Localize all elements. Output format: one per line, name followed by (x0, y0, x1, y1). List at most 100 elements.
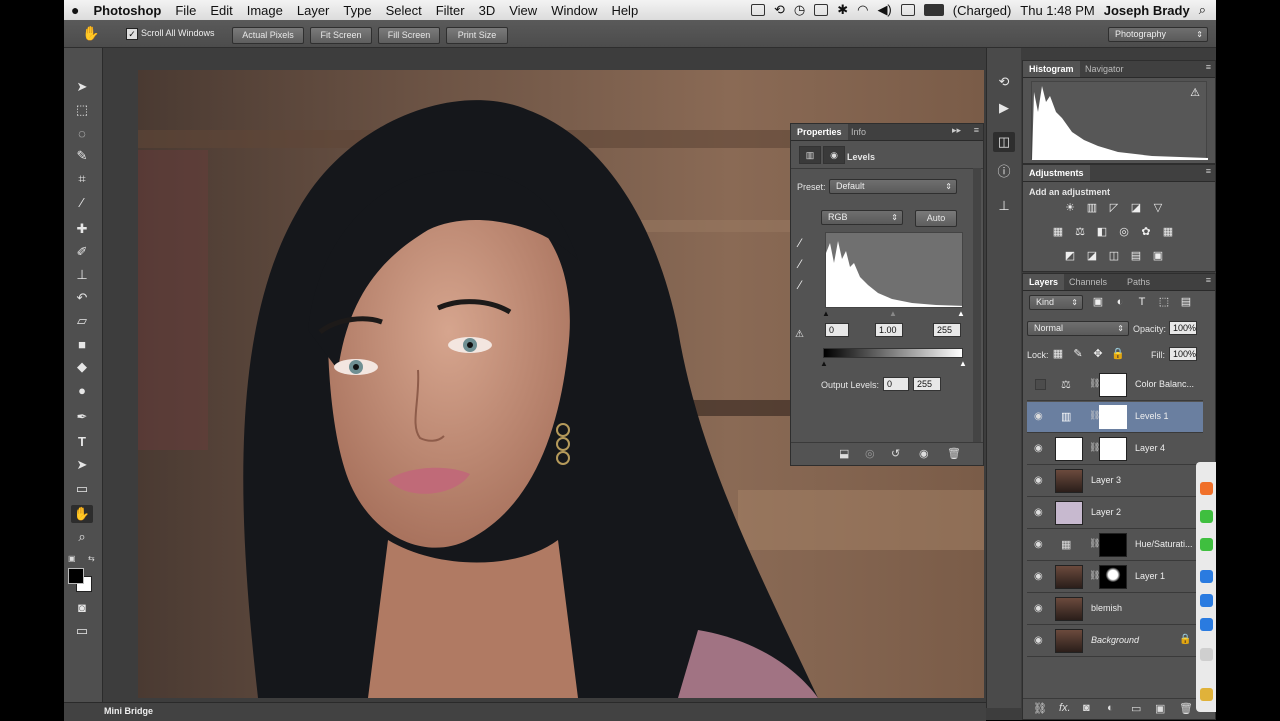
new-group-icon[interactable]: ▭ (1131, 702, 1141, 715)
mask-icon[interactable]: ◉ (823, 146, 845, 164)
app-icon-blue[interactable] (1200, 570, 1213, 583)
posterize-icon[interactable]: ◪ (1085, 249, 1099, 263)
input-gamma-slider[interactable]: ▲ (889, 309, 897, 318)
hand-icon[interactable] (1200, 688, 1213, 701)
tab-paths[interactable]: Paths (1121, 274, 1156, 290)
output-black-slider[interactable]: ▲ (820, 359, 828, 368)
app-icon-blue-3[interactable] (1200, 618, 1213, 631)
layer-thumbnail[interactable] (1055, 469, 1083, 493)
channel-mixer-icon[interactable]: ✿ (1139, 225, 1153, 239)
layers-menu-icon[interactable]: ≡ (1206, 275, 1211, 285)
crop-tool-icon[interactable]: ⌗ (71, 170, 93, 188)
menu-type[interactable]: Type (336, 3, 378, 18)
screen-mode-icon[interactable]: ▭ (71, 622, 93, 640)
brush-tool-icon[interactable]: ✐ (71, 243, 93, 261)
adjustments-menu-icon[interactable]: ≡ (1206, 166, 1211, 176)
new-layer-icon[interactable]: ▣ (1155, 702, 1165, 715)
tab-layers[interactable]: Layers (1023, 274, 1065, 290)
zoom-tool-icon[interactable]: ⌕ (71, 528, 93, 546)
lock-position-icon[interactable]: ✥ (1091, 347, 1105, 361)
gradient-tool-icon[interactable]: ■ (71, 335, 93, 353)
visibility-eye-icon[interactable]: ◉ (1034, 475, 1043, 486)
actual-pixels-button[interactable]: Actual Pixels (232, 27, 304, 44)
layer-row-hue-saturation[interactable]: ◉ ▦ ⛓ Hue/Saturati... (1027, 530, 1203, 561)
color-lookup-icon[interactable]: ▦ (1161, 225, 1175, 239)
pen-tool-icon[interactable]: ✒ (71, 408, 93, 426)
actions-play-icon[interactable]: ▶ (993, 98, 1015, 118)
lasso-tool-icon[interactable]: ◌ (71, 124, 93, 142)
properties-scrollbar[interactable] (973, 168, 981, 443)
delete-adjustment-icon[interactable]: 🗑 (947, 447, 961, 460)
menu-filter[interactable]: Filter (429, 3, 472, 18)
input-gamma-field[interactable]: 1.00 (875, 323, 903, 337)
chat-icon[interactable] (1200, 648, 1213, 661)
layer-row-layer-2[interactable]: ◉ Layer 2 (1027, 498, 1203, 529)
layer-thumbnail[interactable] (1055, 629, 1083, 653)
print-size-button[interactable]: Print Size (446, 27, 508, 44)
menu-help[interactable]: Help (604, 3, 645, 18)
quick-mask-icon[interactable]: ◙ (71, 598, 93, 616)
visibility-eye-icon[interactable]: ◉ (1034, 635, 1043, 646)
invert-icon[interactable]: ◩ (1063, 249, 1077, 263)
quick-select-tool-icon[interactable]: ✎ (71, 147, 93, 165)
layer-mask-thumbnail[interactable] (1099, 565, 1127, 589)
tab-info[interactable]: Info (845, 124, 872, 140)
blur-tool-icon[interactable]: ◆ (71, 358, 93, 376)
view-previous-icon[interactable]: ◎ (865, 447, 875, 460)
user-name[interactable]: Joseph Brady (1104, 3, 1190, 18)
filter-kind-dropdown[interactable]: Kind (1029, 295, 1083, 310)
visibility-eye-icon[interactable]: ◉ (1034, 539, 1043, 550)
tab-channels[interactable]: Channels (1063, 274, 1113, 290)
layer-row-layer-1[interactable]: ◉ ⛓ Layer 1 (1027, 562, 1203, 593)
default-colors-icon[interactable]: ▣ (68, 554, 76, 563)
path-select-tool-icon[interactable]: ➤ (71, 456, 93, 474)
timemachine-icon[interactable]: ◷ (794, 2, 805, 18)
panel-collapse-icon[interactable]: ▸▸ (952, 125, 961, 136)
spotlight-icon[interactable]: ⌕ (1199, 2, 1206, 18)
layer-name[interactable]: blemish (1091, 603, 1122, 613)
threshold-icon[interactable]: ◫ (1107, 249, 1121, 263)
apple-icon[interactable]: ● (64, 2, 86, 18)
tab-navigator[interactable]: Navigator (1079, 61, 1130, 77)
filter-adjustment-icon[interactable]: ◐ (1113, 295, 1127, 309)
menu-view[interactable]: View (502, 3, 544, 18)
output-white-slider[interactable]: ▲ (959, 359, 967, 368)
marquee-tool-icon[interactable]: ⬚ (71, 101, 93, 119)
wifi-icon[interactable]: ◠ (857, 2, 868, 18)
hue-saturation-icon[interactable]: ▦ (1051, 225, 1065, 239)
input-white-field[interactable]: 255 (933, 323, 961, 337)
filter-smart-icon[interactable]: ▤ (1179, 295, 1193, 309)
layer-name[interactable]: Background (1091, 635, 1139, 645)
output-black-field[interactable]: 0 (883, 377, 909, 391)
visibility-eye-icon[interactable]: ◉ (1034, 603, 1043, 614)
lock-transparent-icon[interactable]: ▦ (1051, 347, 1065, 361)
type-tool-icon[interactable]: T (71, 432, 93, 450)
layer-row-layer-4[interactable]: ◉ ⛓ Layer 4 (1027, 434, 1203, 465)
layer-name[interactable]: Hue/Saturati... (1135, 539, 1193, 549)
histogram-warning-icon[interactable]: ⚠ (1190, 86, 1200, 99)
auto-button[interactable]: Auto (915, 210, 957, 227)
fit-screen-button[interactable]: Fit Screen (310, 27, 372, 44)
filter-shape-icon[interactable]: ⬚ (1157, 295, 1171, 309)
layer-name[interactable]: Levels 1 (1135, 411, 1169, 421)
fill-field[interactable]: 100% (1169, 347, 1197, 361)
lock-image-icon[interactable]: ✎ (1071, 347, 1085, 361)
histogram-menu-icon[interactable]: ≡ (1206, 62, 1211, 72)
app-icon-green-2[interactable] (1200, 538, 1213, 551)
menu-edit[interactable]: Edit (203, 3, 239, 18)
clipping-warning-icon[interactable]: ⚠ (795, 329, 804, 340)
filter-pixel-icon[interactable]: ▣ (1091, 295, 1105, 309)
layer-mask-thumbnail[interactable] (1099, 373, 1127, 397)
lock-all-icon[interactable]: 🔒 (1111, 347, 1125, 361)
sync-icon[interactable]: ⟲ (774, 2, 785, 18)
layer-thumbnail[interactable] (1055, 565, 1083, 589)
dodge-tool-icon[interactable]: ● (71, 381, 93, 399)
foreground-color-swatch[interactable] (68, 568, 84, 584)
eraser-tool-icon[interactable]: ▱ (71, 312, 93, 330)
menu-select[interactable]: Select (379, 3, 429, 18)
move-tool-icon[interactable]: ➤ (71, 78, 93, 96)
preset-dropdown[interactable]: Default (829, 179, 957, 194)
stamp-tool-icon[interactable]: ⊥ (71, 266, 93, 284)
bluetooth-icon[interactable]: ✱ (837, 2, 848, 18)
clip-to-layer-icon[interactable]: ⬓ (839, 447, 849, 460)
